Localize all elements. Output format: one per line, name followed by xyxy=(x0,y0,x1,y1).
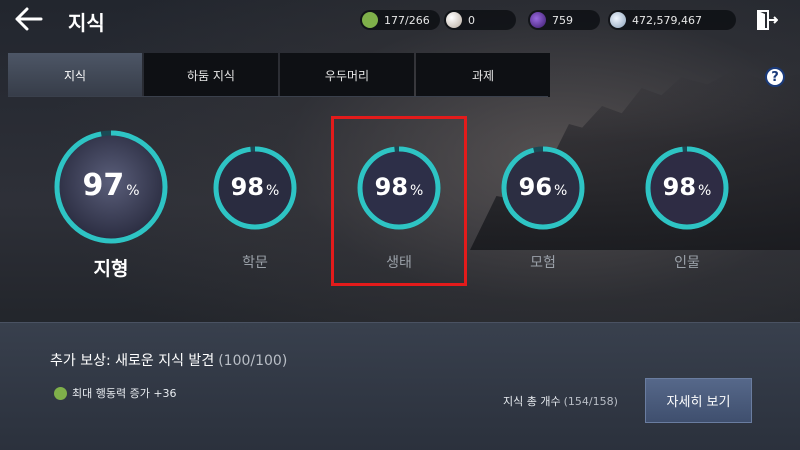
exit-button[interactable] xyxy=(756,9,779,31)
resource-action-points: 177/266 xyxy=(360,10,440,30)
category-label-terrain: 지형 xyxy=(93,258,129,280)
resource-value: 0 xyxy=(468,13,475,27)
back-button[interactable] xyxy=(14,7,44,33)
help-button[interactable]: ? xyxy=(765,67,785,87)
category-percent: 96% xyxy=(518,173,568,201)
category-characters[interactable]: 98% xyxy=(644,145,730,231)
pearl-icon xyxy=(446,12,462,28)
tab-knowledge[interactable]: 지식 xyxy=(8,53,142,97)
resource-dark-gems: 759 xyxy=(528,10,600,30)
category-percent: 98% xyxy=(230,173,280,201)
arrow-left-icon xyxy=(15,7,43,31)
dark-gem-icon xyxy=(530,12,546,28)
tab-divider xyxy=(8,96,548,97)
category-percent: 97% xyxy=(82,168,140,203)
reward-item: 최대 행동력 증가 +36 xyxy=(54,385,177,401)
view-details-button[interactable]: 자세히 보기 xyxy=(645,378,752,423)
resource-value: 472,579,467 xyxy=(632,13,702,27)
exit-door-icon xyxy=(757,10,779,30)
resource-value: 177/266 xyxy=(384,13,430,27)
silver-coin-icon xyxy=(610,12,626,28)
total-count: (154/158) xyxy=(563,395,618,408)
reward-item-text: 최대 행동력 증가 +36 xyxy=(72,387,177,400)
category-adventure[interactable]: 96% xyxy=(500,145,586,231)
tab-bar: 지식 하둠 지식 우두머리 과제 xyxy=(8,53,552,97)
category-label-study: 학문 xyxy=(242,255,268,271)
resource-value: 759 xyxy=(552,13,573,27)
resource-silver: 472,579,467 xyxy=(608,10,736,30)
resource-pearls: 0 xyxy=(444,10,516,30)
category-label-characters: 인물 xyxy=(674,255,700,271)
header: 지식 177/266 0 759 472,579,467 xyxy=(0,0,800,40)
reward-count: (100/100) xyxy=(218,353,288,369)
action-point-icon xyxy=(54,386,67,400)
reward-title: 추가 보상: 새로운 지식 발견 (100/100) xyxy=(50,353,288,369)
page-title: 지식 xyxy=(68,11,105,35)
highlight-box xyxy=(331,116,467,286)
tab-tasks[interactable]: 과제 xyxy=(416,53,550,97)
total-knowledge: 지식 총 개수 (154/158) xyxy=(503,395,618,408)
category-study[interactable]: 98% xyxy=(212,145,298,231)
action-point-icon xyxy=(362,12,378,28)
tab-bosses[interactable]: 우두머리 xyxy=(280,53,414,97)
category-percent: 98% xyxy=(662,173,712,201)
category-label-adventure: 모험 xyxy=(530,255,556,271)
category-terrain[interactable]: 97% xyxy=(52,128,170,246)
tab-haddum-knowledge[interactable]: 하둠 지식 xyxy=(144,53,278,97)
